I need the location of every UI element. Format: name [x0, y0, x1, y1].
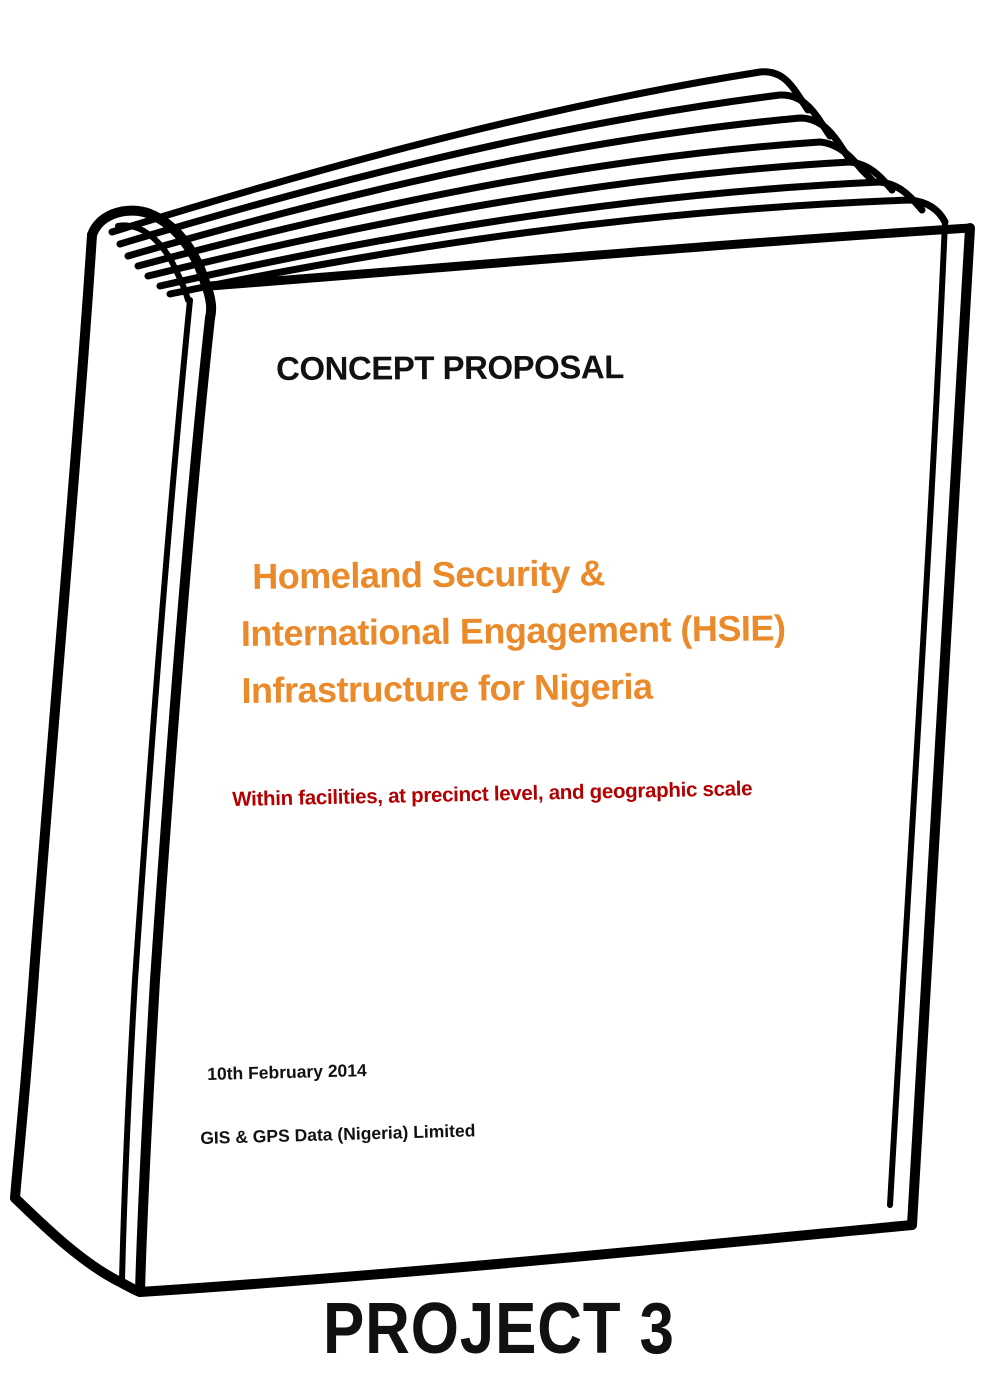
project-caption: PROJECT 3 — [69, 1288, 921, 1370]
document-date: 10th February 2014 — [207, 1060, 367, 1084]
title-line: Homeland Security & — [252, 552, 606, 597]
project-caption-text: PROJECT 3 — [323, 1289, 675, 1369]
hinge-inner — [119, 297, 193, 1283]
document-type-label: CONCEPT PROPOSAL — [276, 348, 624, 387]
title-line: International Engagement (HSIE) — [240, 607, 786, 654]
spine-left — [10, 230, 97, 1203]
title-line: Infrastructure for Nigeria — [241, 665, 653, 711]
document-title: Homeland Security & International Engage… — [240, 541, 922, 719]
cover-bottom — [135, 1220, 917, 1297]
